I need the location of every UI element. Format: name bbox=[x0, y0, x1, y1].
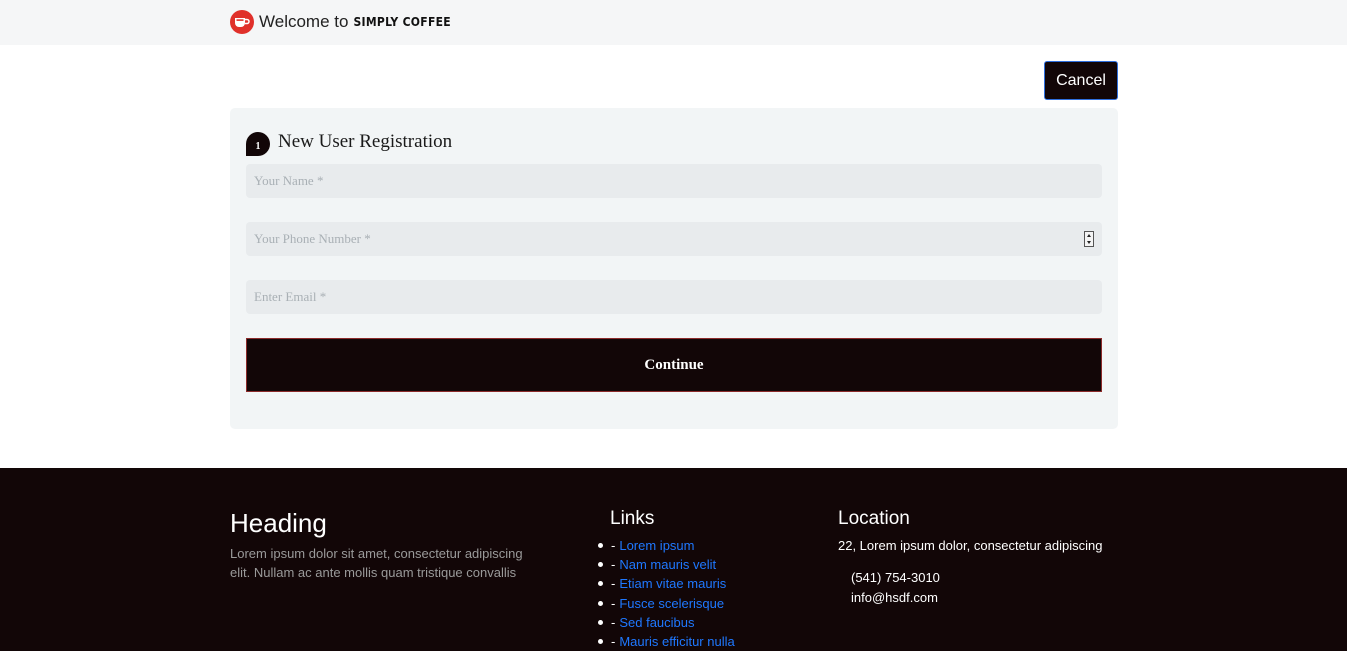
step-badge: 1 bbox=[246, 132, 270, 156]
email-placeholder: Enter Email * bbox=[254, 289, 327, 304]
bullet-icon bbox=[598, 619, 603, 625]
contact-email: info@hsdf.com bbox=[851, 590, 938, 605]
list-item: - Etiam vitae mauris bbox=[598, 574, 735, 593]
links-title: Links bbox=[610, 508, 655, 529]
name-input[interactable]: Your Name * bbox=[246, 164, 1102, 198]
footer: Heading Lorem ipsum dolor sit amet, cons… bbox=[0, 468, 1347, 651]
welcome-text: Welcome to bbox=[259, 12, 349, 31]
phone-placeholder: Your Phone Number * bbox=[254, 231, 371, 246]
footer-link[interactable]: Etiam vitae mauris bbox=[619, 574, 726, 593]
number-spinner[interactable] bbox=[1084, 231, 1094, 247]
brand[interactable]: Welcome to SIMPLY COFFEE bbox=[230, 10, 451, 34]
list-item: - Fusce scelerisque bbox=[598, 594, 735, 613]
bullet-icon bbox=[598, 562, 603, 568]
list-item: - Nam mauris velit bbox=[598, 555, 735, 574]
email-input[interactable]: Enter Email * bbox=[246, 280, 1102, 314]
footer-links: - Lorem ipsum - Nam mauris velit - Etiam vi… bbox=[598, 536, 735, 651]
footer-heading: Heading bbox=[230, 508, 327, 538]
spinner-down-icon[interactable] bbox=[1087, 241, 1091, 244]
bullet-icon bbox=[598, 600, 603, 606]
footer-link[interactable]: Mauris efficitur nulla bbox=[619, 632, 734, 651]
phone-input[interactable]: Your Phone Number * bbox=[246, 222, 1102, 256]
list-item: - Lorem ipsum bbox=[598, 536, 735, 555]
contact-phone: (541) 754-3010 bbox=[851, 570, 940, 585]
continue-button[interactable]: Continue bbox=[246, 338, 1102, 392]
location-address: 22, Lorem ipsum dolor, consectetur adipi… bbox=[838, 538, 1103, 553]
bullet-icon bbox=[598, 581, 603, 587]
spinner-up-icon[interactable] bbox=[1087, 234, 1091, 237]
brand-name: SIMPLY COFFEE bbox=[353, 15, 451, 29]
registration-card: 1 New User Registration Your Name * Your… bbox=[230, 108, 1118, 429]
footer-link[interactable]: Sed faucibus bbox=[619, 613, 694, 632]
coffee-cup-icon bbox=[230, 10, 254, 34]
footer-link[interactable]: Nam mauris velit bbox=[619, 555, 716, 574]
name-placeholder: Your Name * bbox=[254, 173, 324, 188]
bullet-icon bbox=[598, 543, 603, 549]
cancel-button[interactable]: Cancel bbox=[1044, 61, 1118, 100]
list-item: - Sed faucibus bbox=[598, 613, 735, 632]
bullet-icon bbox=[598, 639, 603, 645]
form-title: New User Registration bbox=[278, 131, 453, 152]
footer-link[interactable]: Fusce scelerisque bbox=[619, 594, 724, 613]
location-title: Location bbox=[838, 508, 910, 529]
footer-link[interactable]: Lorem ipsum bbox=[619, 536, 694, 555]
top-navbar: Welcome to SIMPLY COFFEE bbox=[0, 0, 1347, 45]
list-item: - Mauris efficitur nulla bbox=[598, 632, 735, 651]
footer-description: Lorem ipsum dolor sit amet, consectetur … bbox=[230, 546, 523, 580]
